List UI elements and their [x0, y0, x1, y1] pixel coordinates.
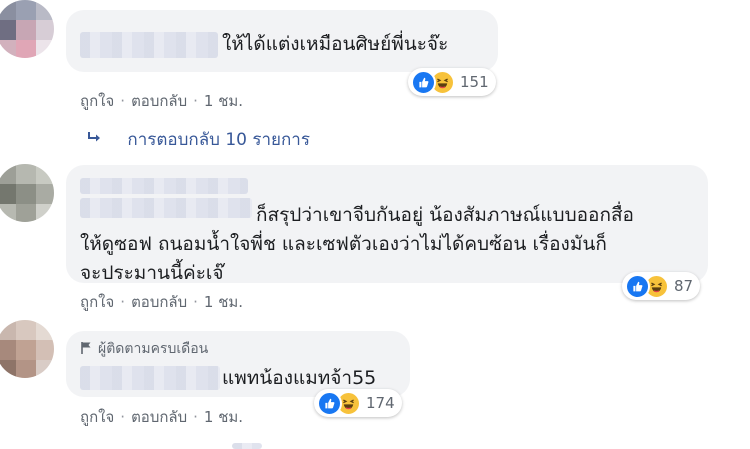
member-badge[interactable]: ผู้ติดตามครบเดือน: [80, 338, 208, 360]
timestamp-2[interactable]: 1 ชม.: [204, 290, 243, 314]
avatar-2[interactable]: [0, 164, 54, 222]
separator-dot: ·: [193, 408, 198, 426]
separator-dot: ·: [120, 408, 126, 426]
like-link-1[interactable]: ถูกใจ: [80, 89, 114, 113]
like-link-3[interactable]: ถูกใจ: [80, 405, 114, 429]
timestamp-1[interactable]: 1 ชม.: [204, 89, 243, 113]
commenter-name-1[interactable]: [80, 32, 218, 58]
like-icon: [625, 273, 650, 299]
reply-link-3[interactable]: ตอบกลับ: [131, 405, 187, 429]
comment-text-2-line-3: จะประมานนี้ค่ะเจ๊: [80, 262, 224, 284]
like-link-2[interactable]: ถูกใจ: [80, 290, 114, 314]
reply-arrow-icon: [86, 130, 108, 150]
flag-icon: [80, 341, 98, 358]
view-replies-label[interactable]: การตอบกลับ 10 รายการ: [127, 130, 310, 150]
reaction-summary-2[interactable]: 87: [622, 272, 701, 300]
reaction-count-3: 174: [366, 394, 395, 412]
member-badge-label: ผู้ติดตามครบเดือน: [98, 341, 209, 357]
reaction-summary-1[interactable]: 151: [408, 68, 496, 96]
like-icon: [317, 390, 342, 416]
separator-dot: ·: [120, 293, 126, 311]
reaction-count-1: 151: [460, 73, 489, 91]
commenter-name-3[interactable]: [80, 366, 220, 390]
avatar-3[interactable]: [0, 320, 54, 378]
avatar-1[interactable]: [0, 0, 54, 58]
comment-text-2-line-1: ก็สรุปว่าเขาจีบกันอยู่ น้องสัมภาษณ์แบบออ…: [256, 204, 634, 226]
separator-dot: ·: [193, 293, 198, 311]
reaction-count-2: 87: [674, 277, 694, 295]
comment-actions-3: ถูกใจ · ตอบกลับ · 1 ชม.: [80, 405, 243, 429]
comment-text-1: ให้ได้แต่งเหมือนศิษย์พี่นะจ๊ะ: [222, 33, 449, 55]
comment-text-2-line-2: ให้ดูซอฟ ถนอมน้ำใจพี่ช และเซฟตัวเองว่าไม…: [80, 233, 607, 255]
reply-link-1[interactable]: ตอบกลับ: [131, 89, 187, 113]
separator-dot: ·: [120, 92, 126, 110]
reply-link-2[interactable]: ตอบกลับ: [131, 290, 187, 314]
separator-dot: ·: [193, 92, 198, 110]
commenter-name-2[interactable]: [80, 178, 248, 194]
reaction-summary-3[interactable]: 174: [314, 389, 402, 417]
commenter-name-2b: [80, 198, 252, 218]
next-comment-name-partial: [232, 443, 262, 449]
view-replies-link[interactable]: การตอบกลับ 10 รายการ: [86, 126, 310, 153]
like-icon: [411, 69, 436, 95]
timestamp-3[interactable]: 1 ชม.: [204, 405, 243, 429]
comment-actions-1: ถูกใจ · ตอบกลับ · 1 ชม.: [80, 89, 243, 113]
comment-actions-2: ถูกใจ · ตอบกลับ · 1 ชม.: [80, 290, 243, 314]
